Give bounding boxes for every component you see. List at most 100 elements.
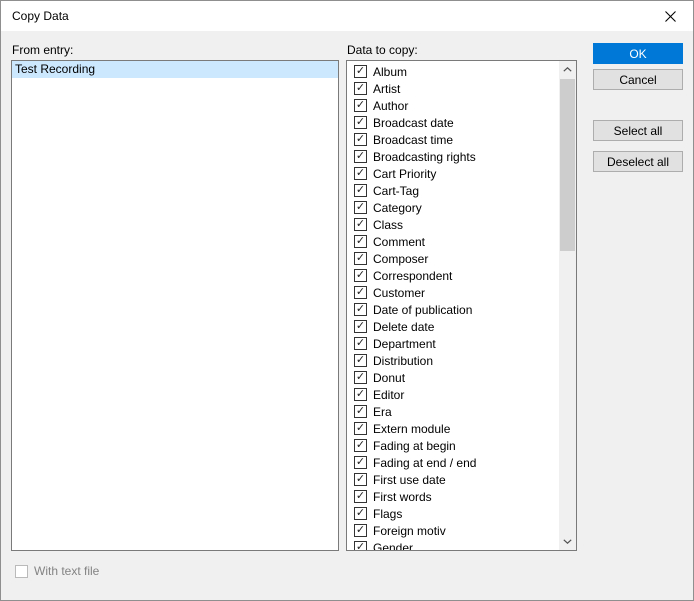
checked-checkbox[interactable]: ✓: [354, 388, 367, 401]
copy-data-dialog: Copy Data From entry: Test Recording Dat…: [0, 0, 694, 601]
field-row: ✓ Date of publication: [347, 301, 559, 318]
data-to-copy-label: Data to copy:: [347, 43, 418, 57]
with-text-file-checkbox[interactable]: With text file: [15, 564, 99, 578]
data-to-copy-list: ✓ Album ✓ Artist ✓ Author ✓ Broadcast da…: [347, 61, 559, 550]
field-label: Broadcast time: [373, 133, 453, 147]
field-label: Author: [373, 99, 408, 113]
data-to-copy-listbox: ✓ Album ✓ Artist ✓ Author ✓ Broadcast da…: [346, 60, 577, 551]
chevron-up-icon: [563, 67, 572, 72]
field-label: Broadcast date: [373, 116, 454, 130]
field-row: ✓ First words: [347, 488, 559, 505]
field-label: Flags: [373, 507, 402, 521]
checked-checkbox[interactable]: ✓: [354, 252, 367, 265]
close-icon: [665, 11, 676, 22]
titlebar: Copy Data: [1, 1, 693, 31]
field-row: ✓ Category: [347, 199, 559, 216]
checked-checkbox[interactable]: ✓: [354, 218, 367, 231]
field-row: ✓ Distribution: [347, 352, 559, 369]
close-button[interactable]: [647, 1, 693, 31]
field-row: ✓ Fading at begin: [347, 437, 559, 454]
field-row: ✓ Class: [347, 216, 559, 233]
checked-checkbox[interactable]: ✓: [354, 269, 367, 282]
field-row: ✓ Cart Priority: [347, 165, 559, 182]
scrollbar-thumb[interactable]: [560, 79, 575, 251]
checked-checkbox[interactable]: ✓: [354, 490, 367, 503]
field-row: ✓ Editor: [347, 386, 559, 403]
checked-checkbox[interactable]: ✓: [354, 82, 367, 95]
field-label: First words: [373, 490, 432, 504]
checked-checkbox[interactable]: ✓: [354, 286, 367, 299]
checked-checkbox[interactable]: ✓: [354, 422, 367, 435]
scrollbar[interactable]: [559, 61, 576, 550]
field-label: Delete date: [373, 320, 434, 334]
field-label: Cart-Tag: [373, 184, 419, 198]
field-label: Customer: [373, 286, 425, 300]
checked-checkbox[interactable]: ✓: [354, 235, 367, 248]
field-row: ✓ Delete date: [347, 318, 559, 335]
checked-checkbox[interactable]: ✓: [354, 371, 367, 384]
field-row: ✓ Department: [347, 335, 559, 352]
field-label: Broadcasting rights: [373, 150, 476, 164]
field-row: ✓ Author: [347, 97, 559, 114]
field-row: ✓ Album: [347, 63, 559, 80]
checked-checkbox[interactable]: ✓: [354, 99, 367, 112]
chevron-down-icon: [563, 539, 572, 544]
cancel-button[interactable]: Cancel: [593, 69, 683, 90]
with-text-file-label: With text file: [34, 564, 99, 578]
checked-checkbox[interactable]: ✓: [354, 473, 367, 486]
checked-checkbox[interactable]: ✓: [354, 201, 367, 214]
field-row: ✓ Composer: [347, 250, 559, 267]
select-all-button[interactable]: Select all: [593, 120, 683, 141]
checked-checkbox[interactable]: ✓: [354, 150, 367, 163]
field-label: Composer: [373, 252, 428, 266]
ok-button[interactable]: OK: [593, 43, 683, 64]
field-row: ✓ First use date: [347, 471, 559, 488]
field-row: ✓ Fading at end / end: [347, 454, 559, 471]
field-label: Editor: [373, 388, 404, 402]
field-row: ✓ Broadcasting rights: [347, 148, 559, 165]
checked-checkbox[interactable]: ✓: [354, 133, 367, 146]
field-row: ✓ Foreign motiv: [347, 522, 559, 539]
field-row: ✓ Correspondent: [347, 267, 559, 284]
field-row: ✓ Era: [347, 403, 559, 420]
scroll-down-button[interactable]: [559, 533, 576, 550]
checked-checkbox[interactable]: ✓: [354, 405, 367, 418]
checkbox-box[interactable]: [15, 565, 28, 578]
field-label: Extern module: [373, 422, 450, 436]
field-row: ✓ Artist: [347, 80, 559, 97]
field-label: Date of publication: [373, 303, 472, 317]
checked-checkbox[interactable]: ✓: [354, 507, 367, 520]
field-row: ✓ Comment: [347, 233, 559, 250]
from-entry-label: From entry:: [12, 43, 73, 57]
from-entry-list[interactable]: Test Recording: [11, 60, 339, 551]
checked-checkbox[interactable]: ✓: [354, 541, 367, 550]
checked-checkbox[interactable]: ✓: [354, 167, 367, 180]
field-label: Distribution: [373, 354, 433, 368]
checked-checkbox[interactable]: ✓: [354, 320, 367, 333]
dialog-title: Copy Data: [12, 9, 69, 23]
field-row: ✓ Flags: [347, 505, 559, 522]
checked-checkbox[interactable]: ✓: [354, 184, 367, 197]
checked-checkbox[interactable]: ✓: [354, 337, 367, 350]
field-label: Cart Priority: [373, 167, 436, 181]
field-row: ✓ Extern module: [347, 420, 559, 437]
field-row: ✓ Customer: [347, 284, 559, 301]
checked-checkbox[interactable]: ✓: [354, 354, 367, 367]
field-label: Comment: [373, 235, 425, 249]
checked-checkbox[interactable]: ✓: [354, 456, 367, 469]
field-label: Class: [373, 218, 403, 232]
checked-checkbox[interactable]: ✓: [354, 524, 367, 537]
scroll-up-button[interactable]: [559, 61, 576, 78]
deselect-all-button[interactable]: Deselect all: [593, 151, 683, 172]
field-label: First use date: [373, 473, 446, 487]
checked-checkbox[interactable]: ✓: [354, 65, 367, 78]
checked-checkbox[interactable]: ✓: [354, 439, 367, 452]
field-row: ✓ Donut: [347, 369, 559, 386]
field-label: Era: [373, 405, 392, 419]
field-row: ✓ Broadcast time: [347, 131, 559, 148]
field-label: Fading at end / end: [373, 456, 476, 470]
checked-checkbox[interactable]: ✓: [354, 116, 367, 129]
checked-checkbox[interactable]: ✓: [354, 303, 367, 316]
list-item-selected[interactable]: Test Recording: [12, 61, 338, 78]
field-label: Gender: [373, 541, 413, 551]
